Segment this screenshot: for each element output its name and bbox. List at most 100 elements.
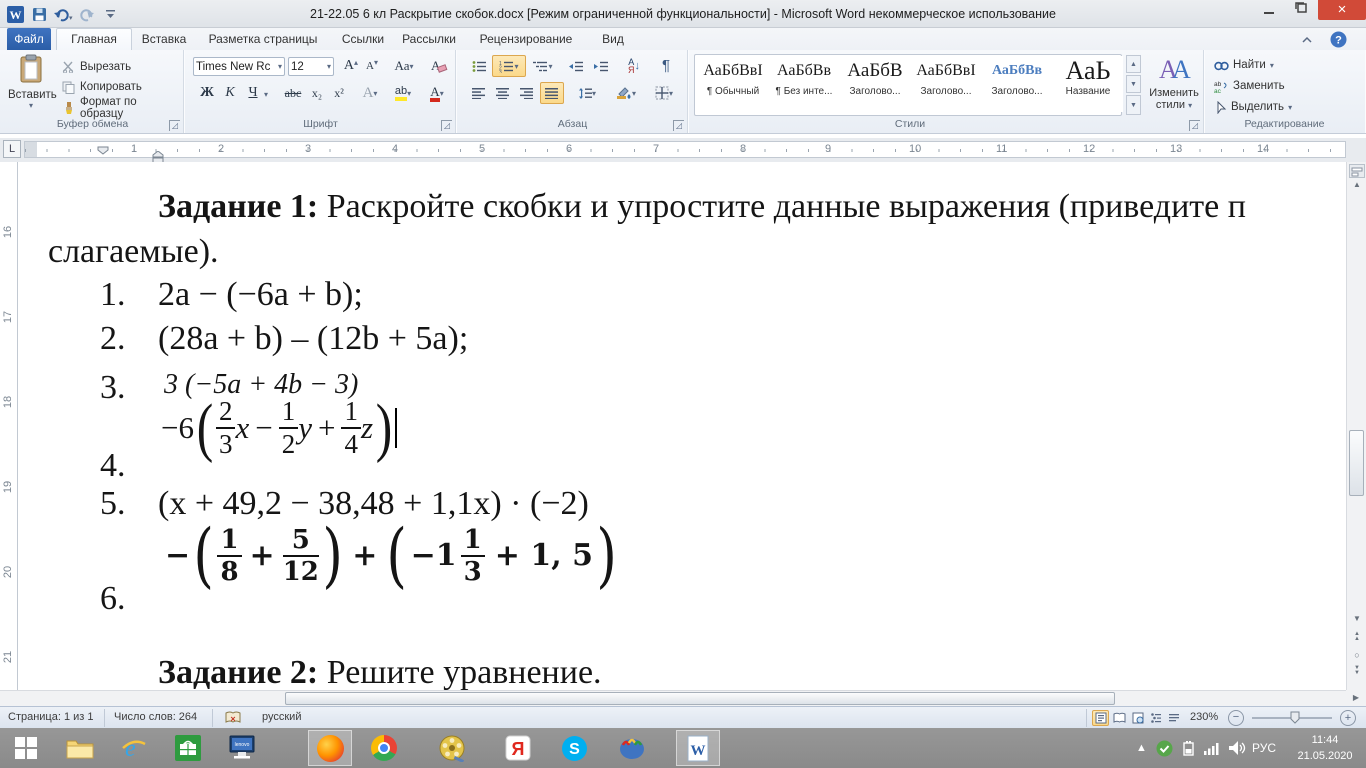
styles-dialog-launcher[interactable]: ◿ (1189, 120, 1200, 131)
select-browse-object-button[interactable]: ○ (1347, 650, 1366, 660)
list-item-1[interactable]: 2a − (−6a + b); (158, 276, 363, 314)
qat-customize-button[interactable] (100, 4, 122, 24)
document-page[interactable]: Задание 1: Раскройте скобки и упростите … (19, 162, 1346, 690)
doc-heading1-cont[interactable]: слагаемые). (48, 233, 219, 271)
tray-network-icon[interactable] (1203, 741, 1222, 760)
clipboard-dialog-launcher[interactable]: ◿ (169, 120, 180, 131)
list-number-3[interactable]: 3. (100, 369, 126, 407)
view-web-layout-button[interactable] (1129, 710, 1146, 726)
styles-scroll-down-button[interactable]: ▼ (1126, 75, 1141, 93)
tray-battery-icon[interactable] (1180, 741, 1197, 761)
start-button[interactable] (4, 730, 48, 766)
font-size-combo[interactable]: 12▾ (288, 57, 334, 76)
next-page-button[interactable]: ▼▼ (1347, 666, 1366, 676)
list-number-4[interactable]: 4. (100, 447, 126, 485)
save-button[interactable] (28, 4, 50, 24)
language-indicator[interactable]: русский (262, 711, 301, 723)
tab-selector[interactable]: L (3, 140, 21, 158)
italic-button[interactable]: К (219, 83, 241, 103)
align-right-button[interactable] (516, 83, 538, 103)
doc-heading2[interactable]: Задание 2: Решите уравнение. (158, 654, 602, 690)
subscript-button[interactable]: x₂ (306, 83, 328, 103)
zoom-out-button[interactable]: − (1228, 710, 1244, 726)
highlight-button[interactable]: ab▾ (388, 83, 418, 103)
taskbar-internet-explorer-icon[interactable]: e (112, 730, 156, 766)
clear-formatting-button[interactable]: A (426, 55, 450, 76)
underline-dropdown[interactable]: ▾ (264, 90, 268, 99)
tray-language-indicator[interactable]: РУС (1252, 741, 1276, 755)
underline-button[interactable]: Ч (242, 83, 264, 103)
equation-6[interactable]: − ( 18 + 512 ) + ( −1 13 + 1, 5 ) (165, 524, 620, 587)
taskbar-lenovo-icon[interactable]: lenovo (220, 730, 264, 766)
vertical-ruler[interactable]: 16 17 18 19 20 21 (0, 162, 18, 690)
view-outline-button[interactable] (1147, 710, 1164, 726)
style-card-heading1[interactable]: АаБбВЗаголово... (840, 56, 910, 112)
taskbar-word-icon[interactable]: W (676, 730, 720, 766)
tab-page-layout[interactable]: Разметка страницы (196, 28, 330, 50)
paste-button[interactable]: Вставить ▾ (8, 54, 54, 116)
list-item-5[interactable]: (x + 49,2 − 38,48 + 1,1x) · (−2) (158, 485, 589, 523)
taskbar-firefox-icon[interactable] (308, 730, 352, 766)
style-card-heading3[interactable]: АаБбВвЗаголово... (982, 56, 1052, 112)
replace-button[interactable]: abac Заменить (1214, 77, 1285, 95)
font-dialog-launcher[interactable]: ◿ (441, 120, 452, 131)
paragraph-dialog-launcher[interactable]: ◿ (673, 120, 684, 131)
styles-more-button[interactable]: ▼ (1126, 95, 1141, 115)
list-item-2[interactable]: (28a + b) – (12b + 5a); (158, 320, 468, 358)
ribbon-collapse-button[interactable] (1300, 33, 1314, 51)
maximize-button[interactable] (1286, 0, 1316, 20)
shading-button[interactable]: ▾ (610, 83, 642, 103)
grow-font-button[interactable]: А▴ (340, 56, 362, 76)
font-color-button[interactable]: А▾ (422, 83, 452, 103)
tray-antivirus-icon[interactable] (1156, 740, 1173, 762)
style-card-heading2[interactable]: АаБбВвІЗаголово... (911, 56, 981, 112)
spellcheck-icon[interactable]: × (224, 710, 242, 728)
horizontal-scrollbar[interactable] (0, 690, 1346, 706)
align-left-button[interactable] (468, 83, 490, 103)
equation-3[interactable]: 3 (−5a + 4b − 3) (164, 369, 358, 401)
select-button[interactable]: Выделить▾ (1214, 98, 1292, 116)
find-button[interactable]: Найти▾ (1214, 56, 1274, 74)
tab-mailings[interactable]: Рассылки (396, 28, 462, 50)
borders-button[interactable]: ▾ (648, 83, 680, 103)
taskbar-skype-icon[interactable]: S (552, 730, 596, 766)
previous-page-button[interactable]: ▲▲ (1347, 632, 1366, 642)
ruler-toggle-button[interactable] (1349, 164, 1365, 178)
sort-button[interactable]: АЯ ↓ (620, 55, 648, 76)
zoom-slider-thumb[interactable] (1290, 711, 1300, 727)
tray-expand-arrow[interactable]: ▲ (1136, 742, 1147, 754)
equation-4[interactable]: −6 ( 23 x − 12 y + 14 z ) (161, 398, 397, 458)
taskbar-logo-app-icon[interactable] (610, 730, 654, 766)
tray-volume-icon[interactable] (1228, 740, 1246, 761)
align-center-button[interactable] (492, 83, 514, 103)
tab-references[interactable]: Ссылки (335, 28, 391, 50)
tab-home[interactable]: Главная (56, 28, 132, 50)
bullets-button[interactable] (468, 56, 490, 76)
bold-button[interactable]: Ж (196, 83, 218, 103)
decrease-indent-button[interactable] (564, 56, 588, 76)
vertical-scrollbar[interactable]: ▲ ▼ ▲▲ ○ ▼▼ (1346, 162, 1366, 690)
multilevel-list-button[interactable]: ▾ (528, 56, 558, 76)
redo-button[interactable] (76, 4, 98, 24)
view-fullscreen-reading-button[interactable] (1111, 710, 1128, 726)
taskbar-store-icon[interactable] (166, 730, 210, 766)
list-number-5[interactable]: 5. (100, 485, 126, 523)
tab-file[interactable]: Файл (7, 28, 51, 50)
taskbar-chrome-icon[interactable] (362, 730, 406, 766)
tab-review[interactable]: Рецензирование (467, 28, 585, 50)
hscroll-right-arrow[interactable]: ▶ (1346, 690, 1366, 706)
copy-button[interactable]: Копировать (62, 78, 142, 96)
word-app-icon[interactable]: W (4, 4, 26, 24)
list-number-6[interactable]: 6. (100, 580, 126, 618)
tray-clock[interactable]: 11:44 21.05.2020 (1290, 732, 1360, 764)
taskbar-file-explorer-icon[interactable] (58, 730, 102, 766)
justify-button[interactable] (540, 82, 564, 104)
style-card-normal[interactable]: АаБбВвІ¶ Обычный (698, 56, 768, 112)
word-count[interactable]: Число слов: 264 (114, 711, 197, 723)
text-effects-button[interactable]: А▾ (358, 83, 382, 103)
tab-insert[interactable]: Вставка (137, 28, 191, 50)
font-family-combo[interactable]: Times New Rc▾ (193, 57, 285, 76)
style-card-title[interactable]: АаЬНазвание (1053, 56, 1123, 112)
page-indicator[interactable]: Страница: 1 из 1 (8, 711, 94, 723)
line-spacing-button[interactable]: ▾ (572, 83, 602, 103)
